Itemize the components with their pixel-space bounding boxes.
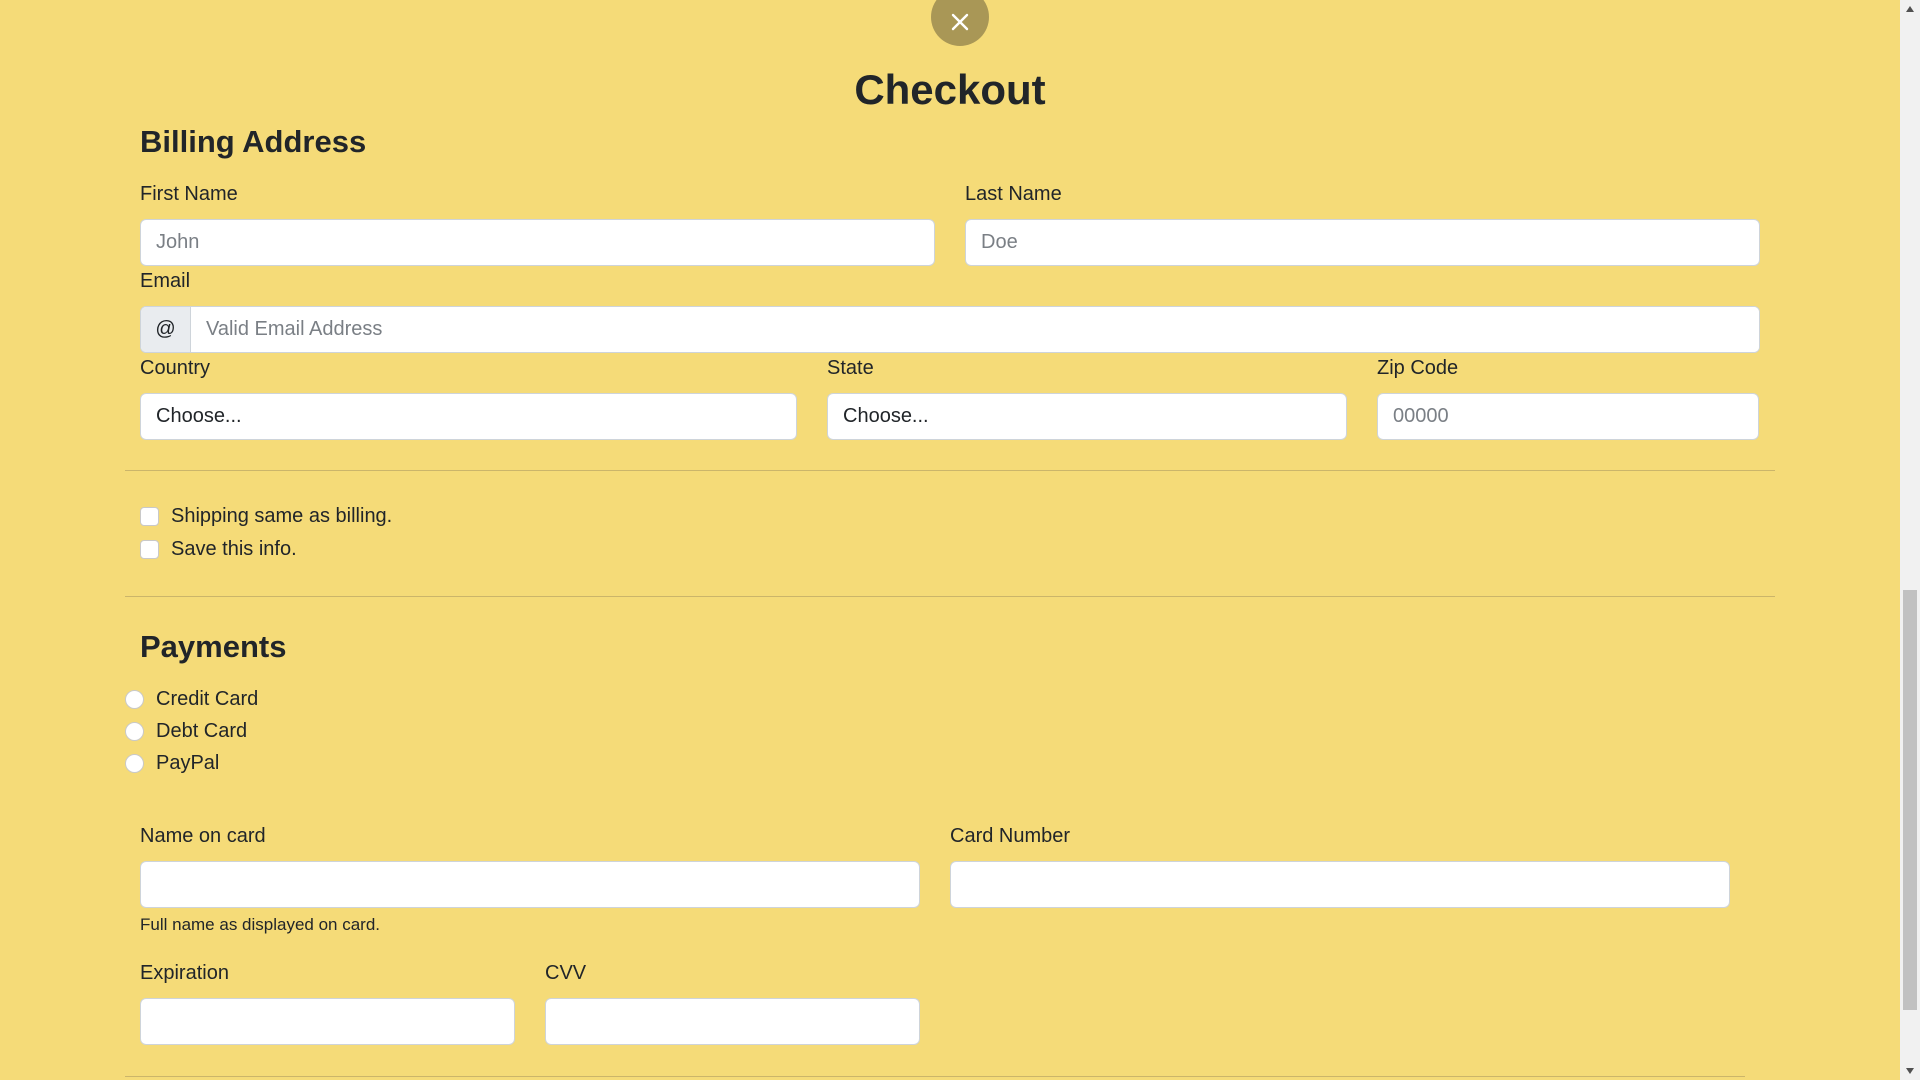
first-name-input[interactable]	[140, 219, 935, 266]
scroll-up-arrow-icon[interactable]	[1903, 2, 1917, 16]
card-number-input[interactable]	[950, 861, 1730, 908]
save-info-option[interactable]: Save this info.	[140, 538, 297, 561]
scroll-down-arrow-icon[interactable]	[1903, 1064, 1917, 1078]
paypal-radio[interactable]	[125, 754, 144, 773]
name-on-card-label: Name on card	[140, 825, 266, 847]
save-info-checkbox[interactable]	[140, 540, 159, 559]
name-on-card-help: Full name as displayed on card.	[140, 915, 381, 934]
card-number-label: Card Number	[950, 825, 1071, 847]
payment-method-credit-card[interactable]: Credit Card	[125, 688, 258, 711]
state-label: State	[827, 357, 874, 379]
payment-method-debt-card[interactable]: Debt Card	[125, 720, 247, 743]
page-title: Checkout	[854, 66, 1046, 113]
state-select[interactable]: Choose...	[827, 393, 1347, 440]
payment-method-paypal[interactable]: PayPal	[125, 752, 219, 775]
close-button[interactable]	[931, 0, 989, 46]
expiration-input[interactable]	[140, 998, 515, 1045]
save-info-label: Save this info.	[171, 538, 297, 560]
shipping-same-checkbox[interactable]	[140, 507, 159, 526]
credit-card-radio[interactable]	[125, 690, 144, 709]
country-select[interactable]: Choose...	[140, 393, 797, 440]
shipping-same-option[interactable]: Shipping same as billing.	[140, 505, 392, 528]
zip-label: Zip Code	[1377, 357, 1459, 379]
country-label: Country	[140, 357, 211, 379]
paypal-label: PayPal	[156, 752, 220, 774]
cvv-label: CVV	[545, 962, 587, 984]
last-name-label: Last Name	[965, 183, 1062, 205]
cvv-input[interactable]	[545, 998, 920, 1045]
divider	[125, 596, 1775, 597]
name-on-card-input[interactable]	[140, 861, 920, 908]
email-at-addon: @	[141, 307, 191, 352]
billing-heading: Billing Address	[140, 124, 367, 159]
email-input-group: @	[140, 306, 1760, 353]
email-label: Email	[140, 270, 191, 292]
shipping-same-label: Shipping same as billing.	[171, 505, 393, 527]
debt-card-label: Debt Card	[156, 720, 248, 742]
email-input[interactable]	[191, 307, 1759, 352]
state-selected-value: Choose...	[843, 405, 929, 427]
last-name-input[interactable]	[965, 219, 1760, 266]
divider	[125, 1076, 1745, 1077]
credit-card-label: Credit Card	[156, 688, 259, 710]
scrollbar-thumb[interactable]	[1903, 590, 1917, 1010]
first-name-label: First Name	[140, 183, 238, 205]
debt-card-radio[interactable]	[125, 722, 144, 741]
zip-input[interactable]	[1377, 393, 1759, 440]
close-icon	[951, 13, 969, 31]
country-selected-value: Choose...	[156, 405, 242, 427]
payments-heading: Payments	[140, 629, 287, 664]
divider	[125, 470, 1775, 471]
checkout-page: Checkout Billing Address First Name Last…	[0, 0, 1920, 1080]
expiration-label: Expiration	[140, 962, 229, 984]
